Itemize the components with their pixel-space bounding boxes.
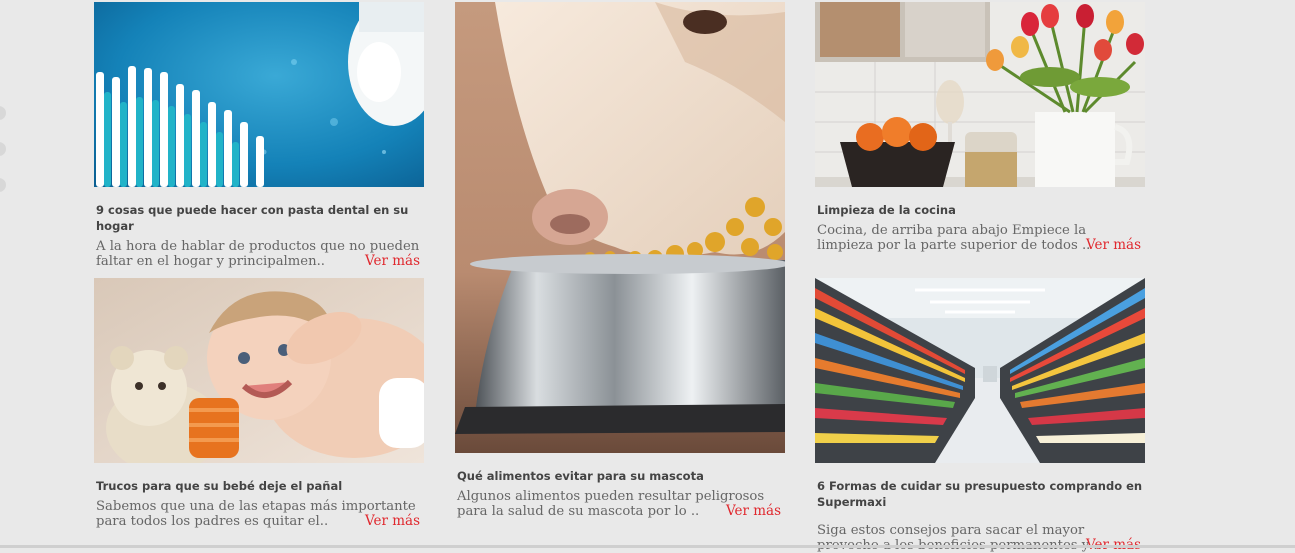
read-more-link[interactable]: Ver más	[365, 254, 420, 269]
dot-icon	[0, 178, 6, 192]
article-card[interactable]: Qué alimentos evitar para su mascota Alg…	[455, 2, 785, 519]
dog-eating-kibble-photo[interactable]	[455, 2, 785, 453]
baby-with-teddy-photo[interactable]	[94, 278, 424, 463]
article-card[interactable]: Trucos para que su bebé deje el pañal Sa…	[94, 278, 424, 529]
dot-icon	[0, 142, 6, 156]
article-title[interactable]: Limpieza de la cocina	[817, 202, 1145, 218]
read-more-link[interactable]: Ver más	[365, 514, 420, 529]
excerpt-text: Algunos alimentos pueden resultar peligr…	[457, 489, 765, 519]
read-more-link[interactable]: Ver más	[1086, 238, 1141, 253]
side-decoration	[0, 106, 6, 214]
supermarket-aisle-photo[interactable]	[815, 278, 1145, 463]
article-excerpt: Siga estos consejos para sacar el mayor …	[817, 523, 1143, 553]
article-excerpt: A la hora de hablar de productos que no …	[96, 239, 422, 269]
article-card[interactable]: 6 Formas de cuidar su presupuesto compra…	[815, 278, 1145, 553]
article-title[interactable]: Qué alimentos evitar para su mascota	[457, 468, 785, 484]
toothbrush-toothpaste-photo[interactable]	[94, 2, 424, 187]
article-excerpt: Cocina, de arriba para abajo Empiece la …	[817, 223, 1143, 253]
article-title[interactable]: Trucos para que su bebé deje el pañal	[96, 478, 424, 494]
article-excerpt: Sabemos que una de las etapas más import…	[96, 499, 422, 529]
excerpt-text: Siga estos consejos para sacar el mayor …	[817, 523, 1102, 553]
article-title[interactable]: 9 cosas que puede hacer con pasta dental…	[96, 202, 424, 234]
article-card[interactable]: 9 cosas que puede hacer con pasta dental…	[94, 2, 424, 269]
read-more-link[interactable]: Ver más	[726, 504, 781, 519]
excerpt-text: Cocina, de arriba para abajo Empiece la …	[817, 223, 1091, 253]
article-excerpt: Algunos alimentos pueden resultar peligr…	[457, 489, 783, 519]
article-card[interactable]: Limpieza de la cocina Cocina, de arriba …	[815, 2, 1145, 253]
dot-icon	[0, 106, 6, 120]
article-title[interactable]: 6 Formas de cuidar su presupuesto compra…	[817, 478, 1145, 510]
kitchen-tulips-photo[interactable]	[815, 2, 1145, 187]
